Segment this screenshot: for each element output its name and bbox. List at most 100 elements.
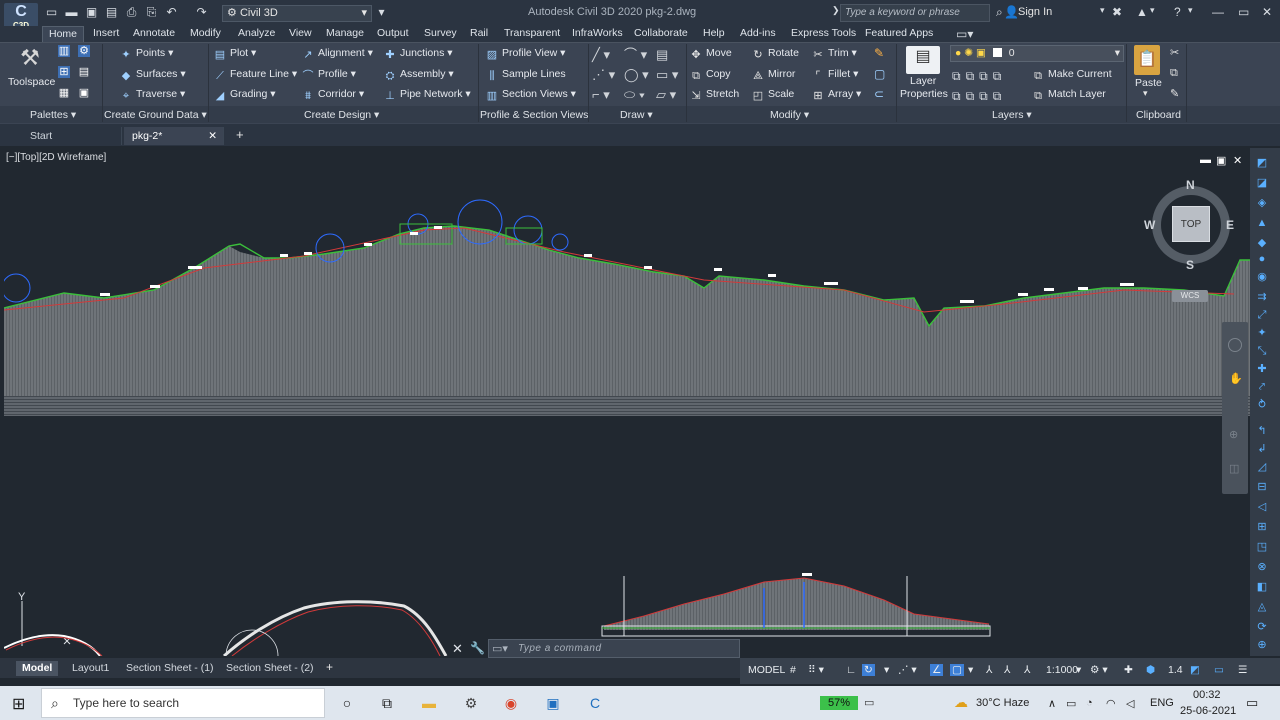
tab-collaborate[interactable]: Collaborate: [628, 26, 694, 42]
tab-featured-apps[interactable]: Featured Apps: [859, 26, 939, 42]
close-icon[interactable]: ✕: [208, 127, 217, 145]
undo-icon[interactable]: ↶: [164, 5, 179, 20]
surfaces-button[interactable]: ◆ Surfaces ▾: [120, 66, 186, 82]
snap-icon[interactable]: ⠿ ▾: [808, 664, 824, 676]
tool-icon[interactable]: ◬: [1255, 600, 1269, 614]
alignment-button[interactable]: ↗ Alignment ▾: [302, 45, 373, 61]
add-layout-icon[interactable]: +: [326, 660, 333, 674]
tool-icon[interactable]: ⊕: [1255, 638, 1269, 652]
command-input[interactable]: Type a command: [518, 643, 602, 654]
tool-icon[interactable]: ◩: [1255, 156, 1269, 170]
taskbar-search-placeholder[interactable]: Type here to search: [73, 696, 179, 710]
tool-icon[interactable]: ◁: [1255, 500, 1269, 514]
tool-icon[interactable]: ⊞: [1255, 520, 1269, 534]
erase-icon[interactable]: ✎: [874, 46, 884, 60]
redo-icon[interactable]: ↷: [194, 5, 209, 20]
tool-icon[interactable]: ↰: [1255, 424, 1269, 438]
orbit-icon[interactable]: ◫: [1229, 462, 1239, 475]
zoom-extents-icon[interactable]: ⊕: [1229, 428, 1238, 441]
tool-icon[interactable]: ⇉: [1255, 290, 1269, 304]
wcs-menu[interactable]: WCS: [1172, 290, 1208, 302]
chevron-down-icon[interactable]: ▾: [1143, 88, 1148, 99]
create-design-panel-label[interactable]: Create Design ▾: [304, 108, 379, 122]
create-ground-panel-label[interactable]: Create Ground Data ▾: [104, 108, 207, 122]
line-icon[interactable]: ╱ ▾: [592, 45, 610, 65]
save-icon[interactable]: ▣: [84, 5, 99, 20]
chevron-up-icon[interactable]: ∧: [1048, 697, 1056, 710]
section-sheet-2-tab[interactable]: Section Sheet - (2): [220, 661, 320, 676]
copy-button[interactable]: ⧉ Copy: [690, 66, 730, 82]
layers-panel-label[interactable]: Layers ▾: [992, 108, 1032, 122]
compass-north[interactable]: N: [1186, 178, 1195, 192]
grading-button[interactable]: ◢ Grading ▾: [214, 86, 276, 102]
junctions-button[interactable]: ✚ Junctions ▾: [384, 45, 452, 61]
tool-icon[interactable]: ⤤: [1255, 380, 1269, 394]
explode-icon[interactable]: ▢: [874, 67, 885, 81]
assembly-button[interactable]: ⛭ Assembly ▾: [384, 66, 454, 82]
exchange-icon[interactable]: ✖: [1112, 5, 1122, 19]
section-sheet-1-tab[interactable]: Section Sheet - (1): [120, 661, 220, 676]
offset-icon[interactable]: ⊂: [874, 87, 884, 101]
compass-east[interactable]: E: [1226, 218, 1234, 232]
annotation-scale-icon[interactable]: ⅄: [1024, 664, 1030, 676]
tab-help[interactable]: Help: [697, 26, 731, 42]
viewport-close-icon[interactable]: ✕: [1233, 154, 1242, 167]
profile-button[interactable]: ⌒ Profile ▾: [302, 66, 356, 82]
design-center-icon[interactable]: ▣: [78, 87, 90, 99]
tool-icon[interactable]: ✚: [1255, 362, 1269, 376]
globe-icon[interactable]: ●: [1255, 252, 1269, 266]
file-tab[interactable]: pkg-2* ✕: [124, 127, 224, 145]
layout1-tab[interactable]: Layout1: [66, 661, 115, 676]
section-views-button[interactable]: ▥ Section Views ▾: [486, 86, 576, 102]
layer-properties-label-1[interactable]: Layer: [910, 75, 936, 87]
windows-start-icon[interactable]: ⊞: [12, 694, 25, 714]
grid-icon[interactable]: #: [790, 664, 796, 676]
isodraft-icon[interactable]: ⋰ ▾: [898, 664, 917, 676]
tool-icon[interactable]: ✦: [1255, 326, 1269, 340]
copy-clip-icon[interactable]: ⧉: [1170, 67, 1178, 80]
toolbox-icon[interactable]: ▤: [78, 66, 90, 78]
points-button[interactable]: ✦ Points ▾: [120, 45, 173, 61]
stretch-button[interactable]: ⇲ Stretch: [690, 86, 739, 102]
pan-icon[interactable]: ✋: [1229, 372, 1243, 385]
notifications-icon[interactable]: ▭: [1246, 695, 1258, 711]
region-icon[interactable]: ▱ ▾: [656, 85, 676, 105]
toolspace-icon[interactable]: ⚒: [14, 45, 46, 71]
weather-icon[interactable]: ☁: [954, 694, 968, 711]
help-search-input[interactable]: Type a keyword or phrase: [840, 4, 990, 22]
settings-icon[interactable]: ⚙: [78, 45, 90, 57]
match-layer-button[interactable]: ⧉ Match Layer: [1032, 86, 1106, 102]
make-current-button[interactable]: ⧉ Make Current: [1032, 66, 1112, 82]
restore-icon[interactable]: ▭: [1238, 5, 1249, 19]
tab-modify[interactable]: Modify: [184, 26, 227, 42]
paste-button[interactable]: Paste: [1135, 75, 1162, 91]
tool-icon[interactable]: ◿: [1255, 460, 1269, 474]
ellipse-icon[interactable]: ⬭ ▾: [624, 85, 645, 105]
tool-icon[interactable]: ⊟: [1255, 480, 1269, 494]
array-button[interactable]: ⊞ Array ▾: [812, 86, 861, 102]
close-icon[interactable]: ✕: [452, 641, 463, 657]
polygon-icon[interactable]: ⌐ ▾: [592, 85, 610, 105]
tab-rail[interactable]: Rail: [464, 26, 494, 42]
clock-time[interactable]: 00:32: [1193, 689, 1221, 701]
open-web-icon[interactable]: ⎙: [124, 5, 139, 20]
chevron-down-icon[interactable]: ▾: [1188, 5, 1193, 16]
close-icon[interactable]: ✕: [1262, 5, 1272, 19]
survey-icon[interactable]: ⊞: [58, 66, 70, 78]
object-snap-icon[interactable]: ▢: [950, 664, 964, 676]
start-tab[interactable]: Start: [22, 127, 122, 145]
command-recent-icon[interactable]: ▭▾: [492, 642, 508, 655]
clock-date[interactable]: 25-06-2021: [1180, 705, 1236, 717]
viewcube[interactable]: TOP N S E W: [1144, 178, 1236, 272]
chevron-down-icon[interactable]: ▾: [1076, 664, 1081, 676]
new-tab-icon[interactable]: +: [236, 127, 244, 142]
toolspace-button[interactable]: Toolspace: [8, 74, 55, 90]
sign-in-button[interactable]: Sign In: [1018, 6, 1052, 18]
workspace-switcher[interactable]: ⚙ Civil 3D ▾: [222, 5, 372, 22]
rotate-button[interactable]: ↻ Rotate: [752, 45, 799, 61]
tab-infraworks[interactable]: InfraWorks: [566, 26, 629, 42]
clean-screen-icon[interactable]: ▭: [1214, 664, 1224, 676]
workspace-gear-icon[interactable]: ⚙ ▾: [1090, 664, 1108, 676]
properties-icon[interactable]: ▦: [58, 87, 70, 99]
tool-icon[interactable]: ◧: [1255, 580, 1269, 594]
